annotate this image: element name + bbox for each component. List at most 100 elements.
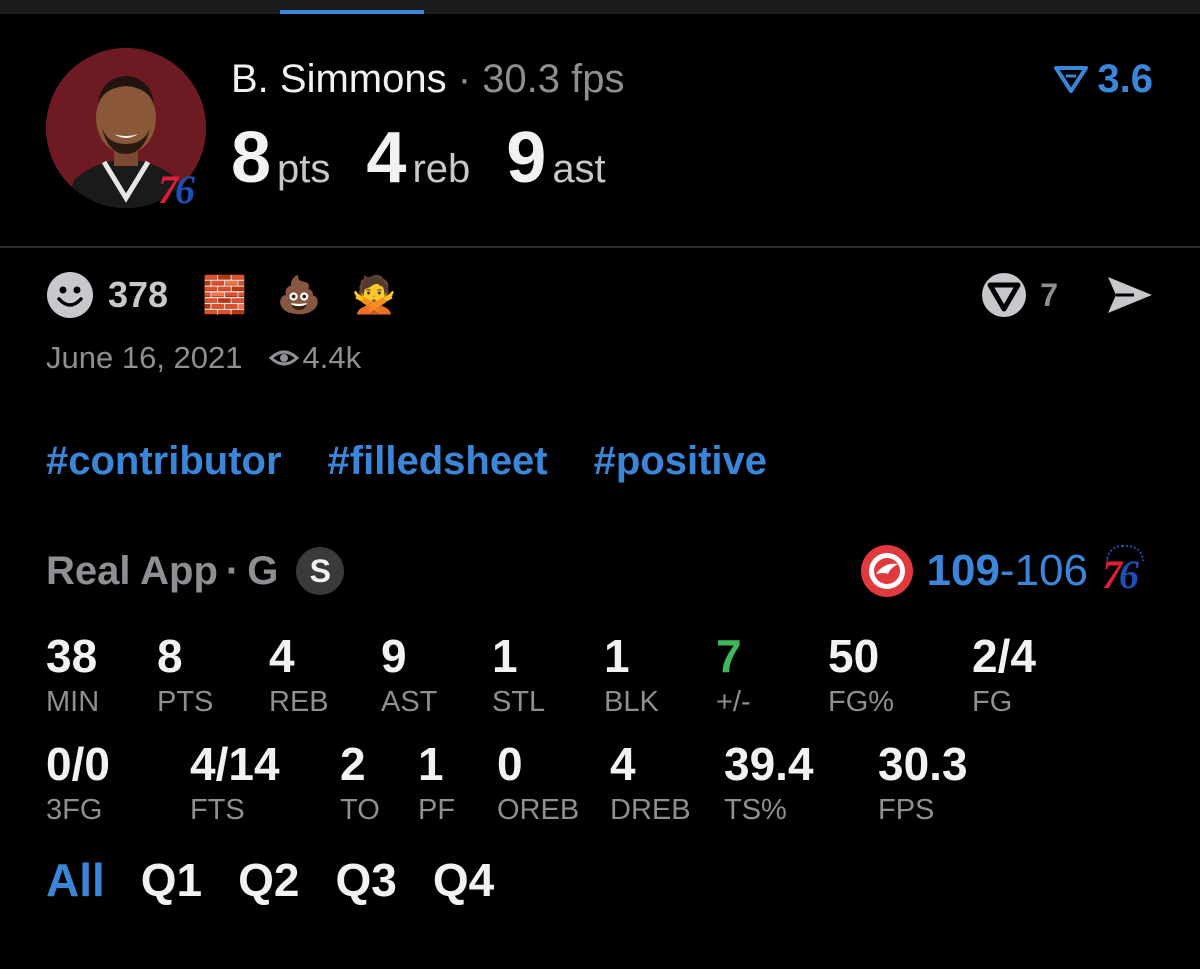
hawks-logo-icon — [860, 545, 913, 597]
starter-badge: S — [296, 547, 345, 595]
stat-value: 9 — [381, 630, 407, 682]
stat-value: 1 — [604, 630, 630, 682]
view-count-group: 4.4k — [268, 340, 362, 376]
stat-value: 39.4 — [724, 738, 814, 790]
stat-label: FPS — [878, 794, 935, 826]
headline-pts-unit: pts — [277, 147, 331, 191]
reaction-count: 378 — [108, 274, 169, 315]
stat-label: FG% — [828, 686, 895, 718]
stat-pts: 8 PTS — [157, 630, 213, 718]
stat-value: 1 — [418, 738, 444, 790]
eye-icon — [268, 350, 299, 366]
stat-reb: 4 REB — [269, 630, 329, 718]
stat-fg: 2/4 FG — [972, 630, 1036, 718]
score-loser: -106 — [999, 546, 1088, 595]
stat-label: PF — [418, 794, 456, 826]
send-icon — [1108, 277, 1152, 313]
reactions-bar: 378 🧱 💩 🙅 — [46, 270, 427, 320]
stat-value: 4 — [610, 738, 636, 790]
score-text: 109-106 — [927, 545, 1089, 597]
stat-label: 3FG — [46, 794, 103, 826]
stat-dreb: 4 DREB — [610, 738, 691, 826]
rating-trend-icon — [1054, 66, 1089, 93]
stat-pf: 1 PF — [418, 738, 455, 826]
headline-ast-value: 9 — [506, 118, 547, 198]
stat-label: OREB — [497, 794, 580, 826]
post-meta: June 16, 2021 4.4k — [46, 340, 361, 376]
tab-q2[interactable]: Q2 — [238, 852, 299, 908]
stat-value: 0/0 — [46, 738, 110, 790]
sixers-logo-icon: 76 — [1102, 545, 1150, 597]
player-fps: 30.3 fps — [482, 57, 625, 101]
view-count: 4.4k — [302, 340, 362, 375]
comment-icon — [982, 273, 1027, 317]
hashtag-positive[interactable]: #positive — [594, 436, 767, 486]
smiley-reaction-icon[interactable] — [46, 271, 94, 319]
player-team-logo: 76 — [158, 167, 195, 212]
section-divider — [0, 246, 1200, 248]
tab-all[interactable]: All — [46, 852, 105, 908]
score-winner: 109 — [926, 546, 1000, 595]
stat-value: 2/4 — [972, 630, 1036, 682]
stat-value: 1 — [492, 630, 518, 682]
stat-label: PTS — [157, 686, 214, 718]
stat-3fg: 0/0 3FG — [46, 738, 110, 826]
stat-label: DREB — [610, 794, 691, 826]
tab-q3[interactable]: Q3 — [336, 852, 397, 908]
stat-value: 4 — [269, 630, 295, 682]
poop-reaction-icon[interactable]: 💩 — [277, 275, 322, 315]
stat-value: 4/14 — [190, 738, 280, 790]
stat-label: STL — [492, 686, 546, 718]
tab-q4[interactable]: Q4 — [433, 852, 494, 908]
stat-label: TO — [340, 794, 380, 826]
stat-value: 7 — [716, 630, 742, 682]
stat-fts: 4/14 FTS — [190, 738, 280, 826]
comments-button[interactable]: 7 — [978, 270, 1058, 320]
player-name[interactable]: B. Simmons — [231, 57, 447, 101]
stat-ast: 9 AST — [381, 630, 437, 718]
active-tab-indicator — [280, 10, 424, 14]
game-score[interactable]: 109-106 76 — [860, 545, 1151, 597]
stat-label: BLK — [604, 686, 659, 718]
player-header: B. Simmons · 30.3 fps — [231, 56, 625, 102]
stat-label: REB — [269, 686, 329, 718]
hashtag-filledsheet[interactable]: #filledsheet — [328, 436, 548, 486]
headline-reb-unit: reb — [412, 147, 471, 191]
share-button[interactable] — [1104, 270, 1156, 320]
post-date: June 16, 2021 — [46, 340, 243, 375]
stat-label: FTS — [190, 794, 245, 826]
tab-q1[interactable]: Q1 — [141, 852, 202, 908]
headline-reb-value: 4 — [366, 118, 407, 198]
stat-ts-pct: 39.4 TS% — [724, 738, 814, 826]
rating-badge[interactable]: 3.6 — [1053, 56, 1153, 102]
stat-value: 38 — [46, 630, 98, 682]
separator-dot: · — [457, 57, 472, 101]
headline-stats: 8 pts 4 reb 9 ast — [231, 118, 642, 198]
stat-min: 38 MIN — [46, 630, 99, 718]
headline-pts-value: 8 — [231, 118, 272, 198]
stat-to: 2 TO — [340, 738, 380, 826]
quarter-tabs: All Q1 Q2 Q3 Q4 — [46, 852, 494, 908]
top-tab-bar — [0, 0, 1200, 14]
hashtag-contributor[interactable]: #contributor — [46, 436, 282, 486]
separator-dot: · — [225, 548, 240, 593]
stat-label: +/- — [716, 686, 751, 718]
game-source-line: Real App · G S — [46, 547, 345, 595]
stat-fps: 30.3 FPS — [878, 738, 968, 826]
app-name: Real App — [46, 548, 218, 593]
stat-label: TS% — [724, 794, 787, 826]
stat-value: 2 — [340, 738, 366, 790]
drake-reaction-icon[interactable]: 🙅 — [352, 275, 397, 315]
brick-reaction-icon[interactable]: 🧱 — [202, 275, 247, 315]
stat-value: 30.3 — [878, 738, 968, 790]
headline-ast-unit: ast — [552, 147, 606, 191]
player-position: G — [247, 548, 279, 593]
stat-stl: 1 STL — [492, 630, 545, 718]
stat-label: MIN — [46, 686, 100, 718]
stat-value: 8 — [157, 630, 183, 682]
stat-value: 50 — [828, 630, 880, 682]
comment-count: 7 — [1040, 276, 1058, 313]
stat-label: FG — [972, 686, 1013, 718]
stat-oreb: 0 OREB — [497, 738, 579, 826]
stat-label: AST — [381, 686, 438, 718]
